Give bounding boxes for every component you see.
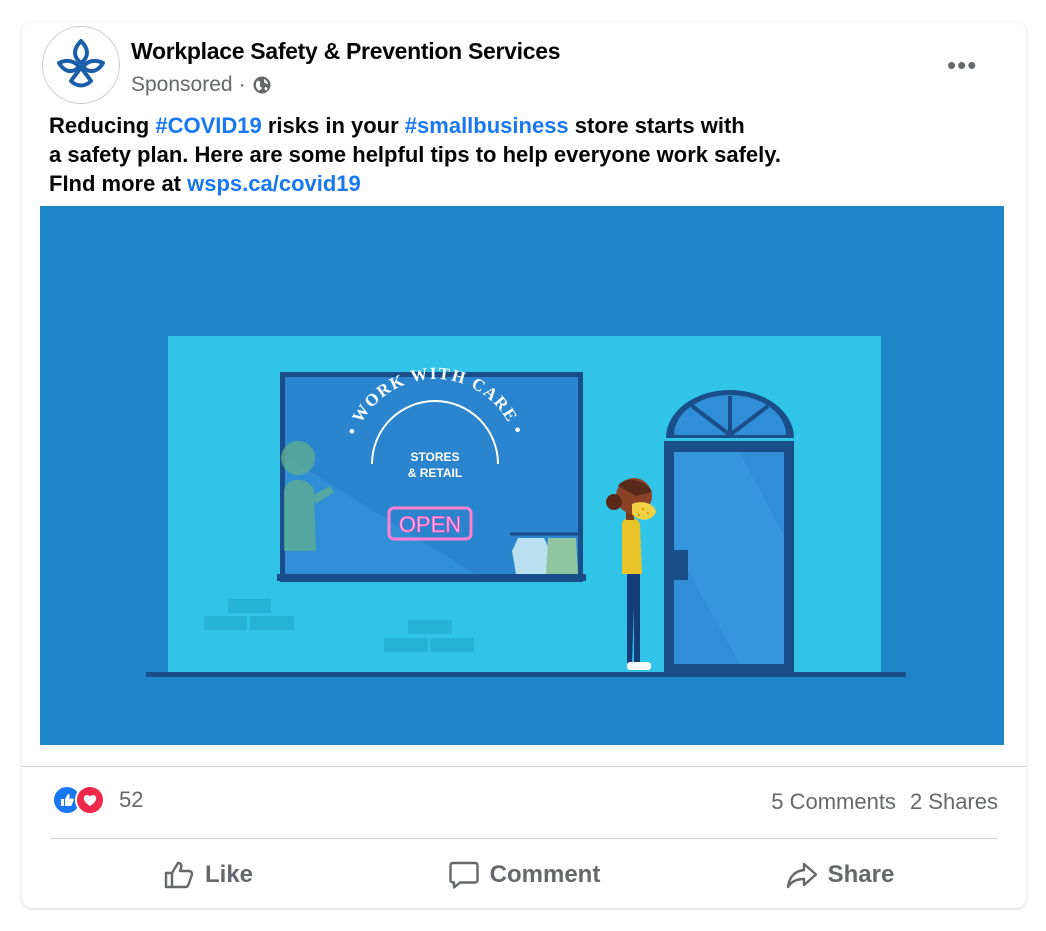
storefront-illustration: • WORK WITH CARE • STORES & RETAIL OPEN: [40, 206, 1004, 745]
shares-count-link[interactable]: 2 Shares: [910, 789, 998, 815]
caption-line-1: Reducing #COVID19 risks in your #smallbu…: [49, 111, 989, 140]
media-bottom-divider: [22, 766, 1026, 767]
sponsored-label[interactable]: Sponsored: [131, 73, 233, 97]
share-icon: [786, 862, 817, 889]
caption-line-2: a safety plan. Here are some helpful tip…: [49, 142, 781, 167]
sponsored-row: Sponsored ·: [131, 73, 272, 97]
caption-text: FInd more at: [49, 171, 188, 196]
love-reaction-icon: [75, 785, 105, 815]
separator-dot: ·: [238, 73, 246, 96]
comments-count-link[interactable]: 5 Comments: [771, 789, 896, 815]
open-neon-sign: OPEN: [399, 512, 461, 537]
engagement-stats: 5 Comments 2 Shares: [771, 789, 998, 815]
hashtag-covid19[interactable]: #COVID19: [155, 113, 261, 138]
post-media[interactable]: • WORK WITH CARE • STORES & RETAIL OPEN: [40, 206, 1004, 745]
hashtag-smallbusiness[interactable]: #smallbusiness: [405, 113, 569, 138]
globe-icon: [253, 76, 271, 94]
comment-icon: [448, 861, 479, 889]
caption-text: store starts with: [568, 113, 745, 138]
post-caption: Reducing #COVID19 risks in your #smallbu…: [49, 111, 989, 198]
sign-line-2: & RETAIL: [408, 466, 462, 480]
page-name[interactable]: Workplace Safety & Prevention Services: [131, 38, 561, 65]
wsps-link[interactable]: wsps.ca/covid19: [187, 171, 361, 196]
share-button[interactable]: Share: [682, 852, 998, 898]
sign-line-1: STORES: [410, 450, 459, 464]
reaction-count: 52: [119, 787, 144, 812]
actions-top-divider: [50, 838, 998, 839]
share-label: Share: [827, 861, 895, 888]
caption-text: risks in your: [261, 113, 405, 138]
thumbs-up-icon: [164, 861, 194, 889]
caption-line-3: FInd more at wsps.ca/covid19: [49, 169, 989, 198]
comment-label: Comment: [489, 861, 601, 888]
wsps-trillium-logo: [57, 39, 105, 88]
like-label: Like: [204, 861, 254, 888]
caption-text: Reducing: [49, 113, 156, 138]
reactions-summary[interactable]: 52: [52, 785, 143, 815]
page-avatar[interactable]: [42, 26, 120, 104]
like-button[interactable]: Like: [50, 852, 366, 898]
comment-button[interactable]: Comment: [366, 852, 682, 898]
post-actions-bar: Like Comment Share: [50, 852, 998, 898]
more-options-icon[interactable]: •••: [947, 50, 977, 81]
